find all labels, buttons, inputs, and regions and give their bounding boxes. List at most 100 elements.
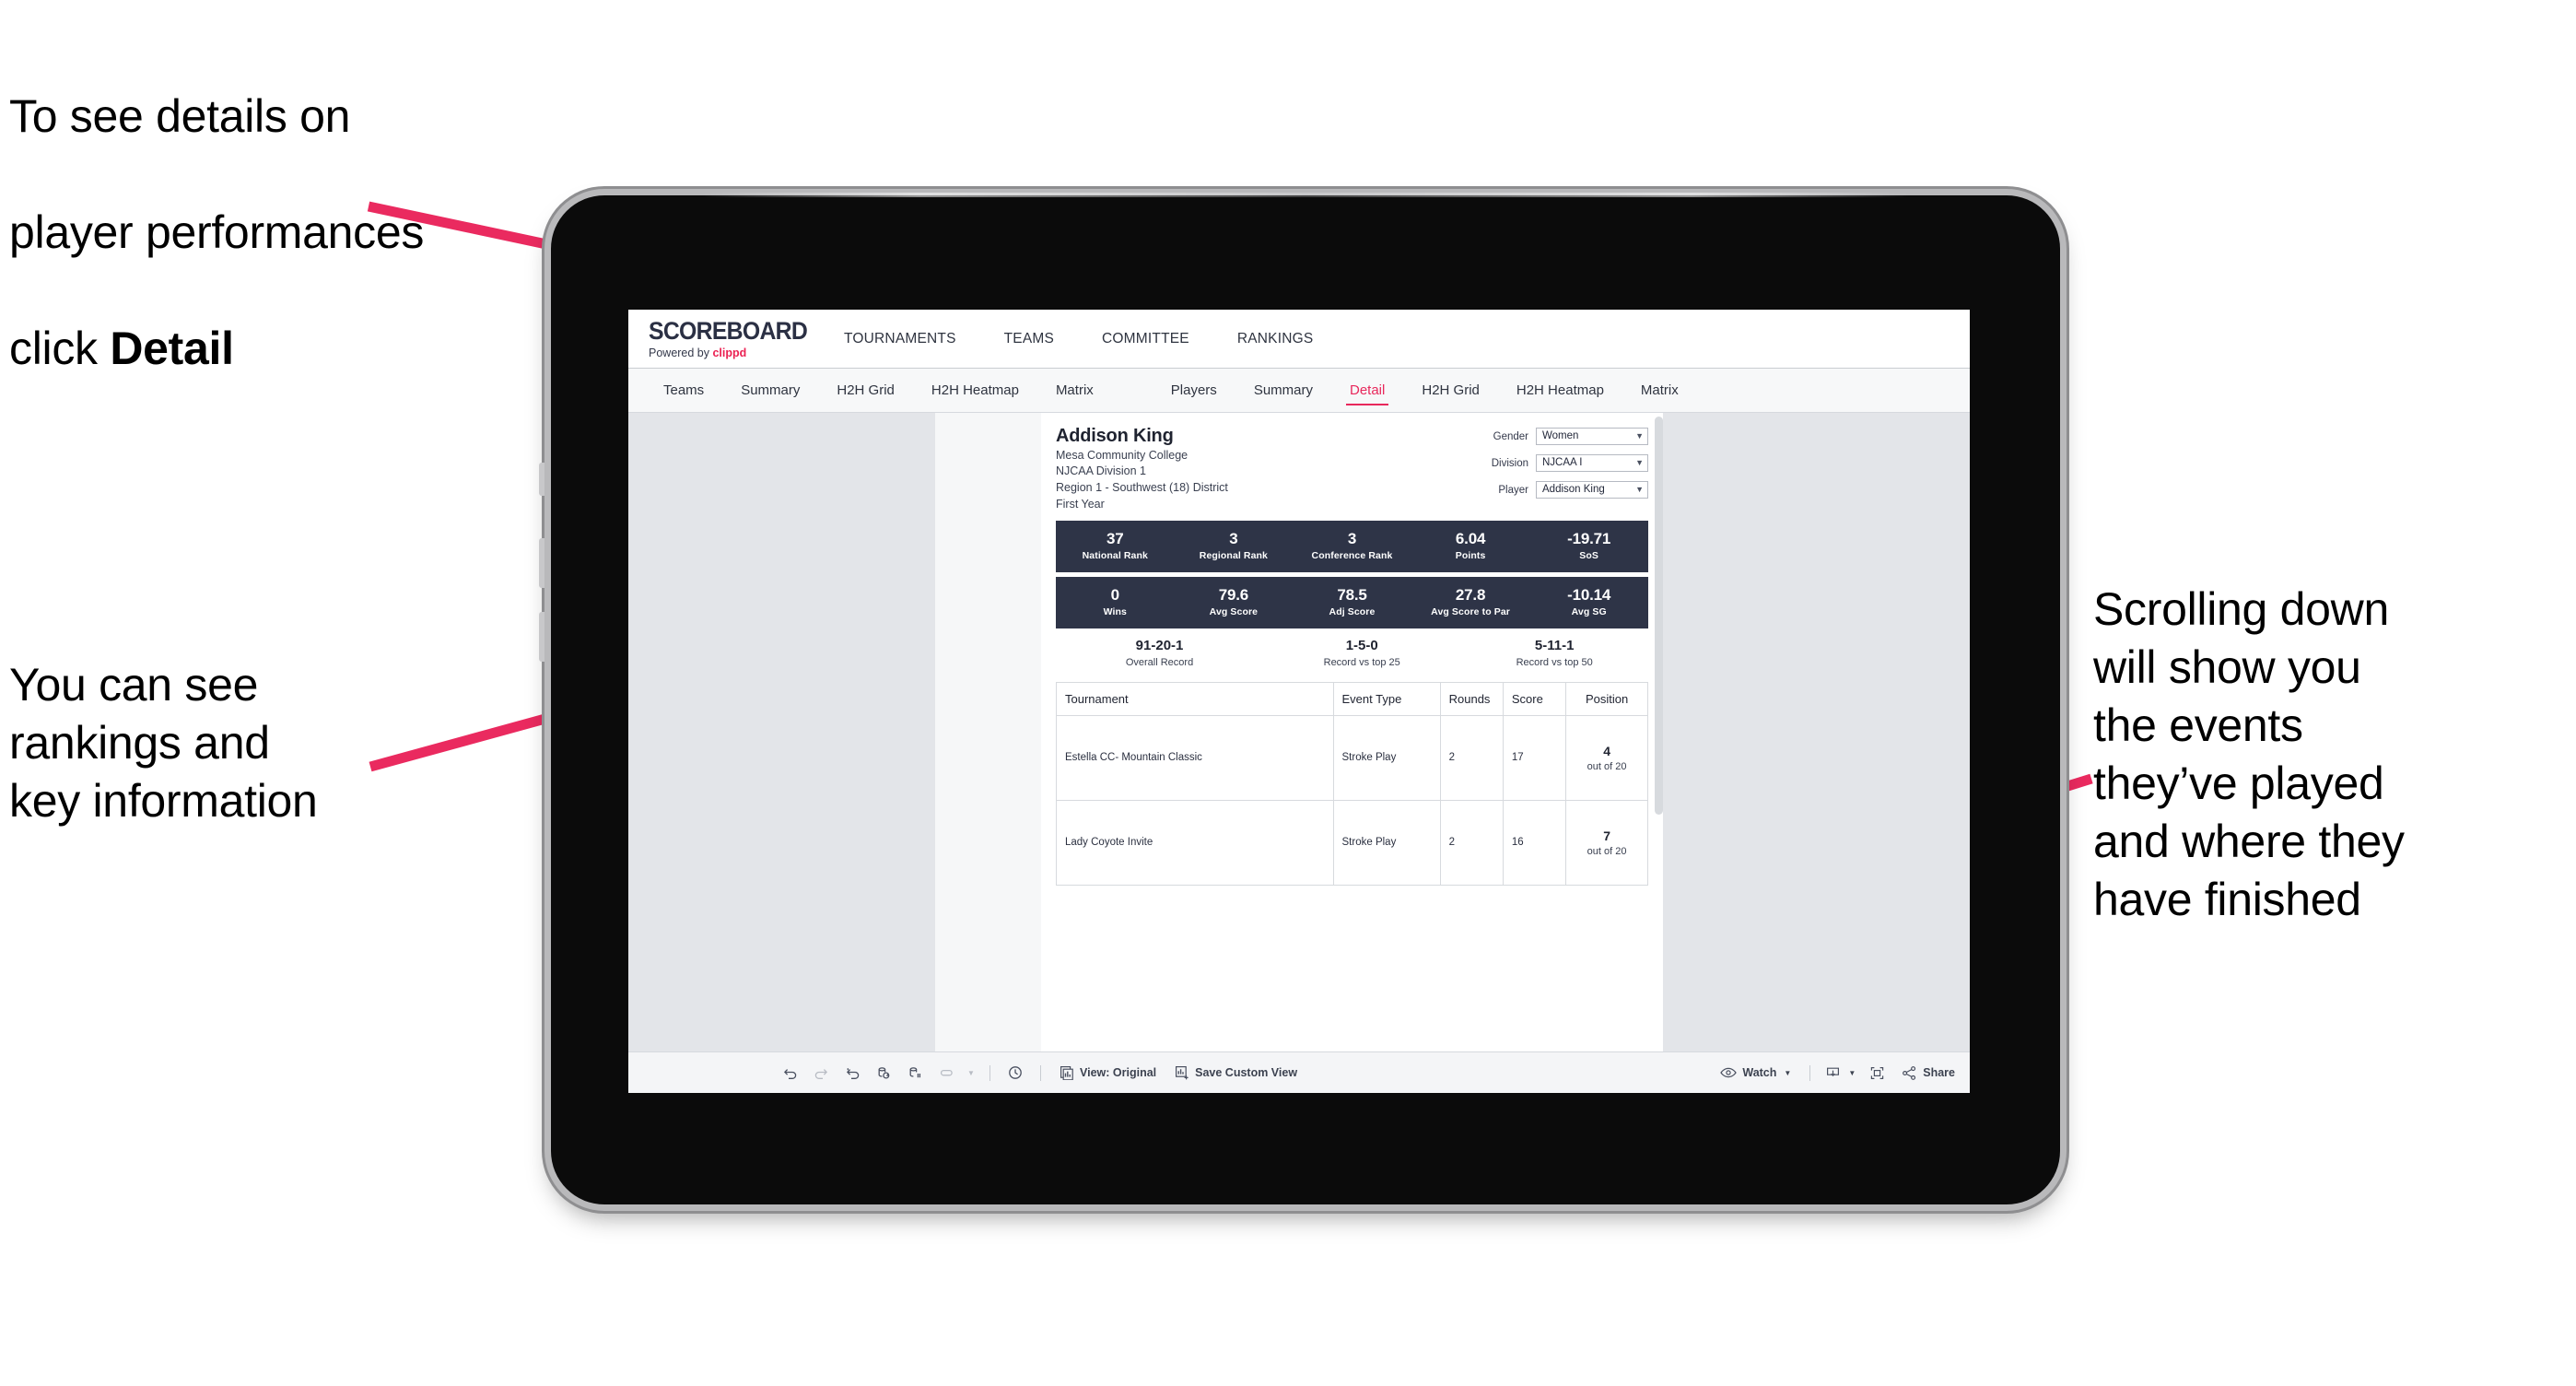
player-school: Mesa Community College (1056, 448, 1188, 462)
tablet-device: SCOREBOARD Powered by clippd TOURNAMENTS… (539, 193, 2060, 1204)
save-custom-view-label: Save Custom View (1195, 1066, 1298, 1079)
player-class-year: First Year (1056, 497, 1105, 511)
chevron-down-icon: ▼ (1635, 431, 1644, 440)
tab-teams[interactable]: Teams (645, 369, 722, 412)
logo-tagline-prefix: Powered by (649, 346, 713, 359)
cell-position-outof: out of 20 (1587, 845, 1627, 857)
col-header-score[interactable]: Score (1502, 681, 1567, 716)
view-original-label: View: Original (1080, 1066, 1157, 1079)
filter-player-value: Addison King (1542, 483, 1605, 495)
filter-player-select[interactable]: Addison King ▼ (1536, 481, 1648, 499)
callout-rankings-info: You can see rankings and key information (9, 659, 318, 827)
cell-rounds: 2 (1439, 714, 1504, 801)
callout-detail-line1: To see details on (9, 90, 351, 142)
slide-canvas: To see details on player performances cl… (0, 0, 2576, 1386)
device-preview-chevron-down-icon[interactable]: ▼ (962, 1059, 980, 1086)
cell-event-type: Stroke Play (1332, 799, 1441, 886)
secondary-tabstrip: Teams Summary H2H Grid H2H Heatmap Matri… (628, 369, 1970, 413)
app-logo[interactable]: SCOREBOARD Powered by clippd (628, 318, 813, 359)
cell-position: 4 out of 20 (1565, 714, 1648, 801)
refresh-data-icon[interactable] (868, 1059, 899, 1086)
nav-item-committee[interactable]: COMMITTEE (1078, 331, 1213, 347)
tab-team-matrix[interactable]: Matrix (1037, 369, 1112, 412)
redo-icon[interactable] (805, 1059, 837, 1086)
callout-detail-line3: click Detail (9, 320, 636, 378)
kpi-conference-rank-value: 3 (1347, 529, 1357, 547)
page-title: Addison King (1056, 426, 1174, 446)
device-preview-icon[interactable] (931, 1059, 962, 1086)
player-identity: Addison King Mesa Community College NJCA… (1056, 426, 1228, 513)
kpi-national-rank-label: National Rank (1082, 550, 1148, 562)
nav-item-tournaments[interactable]: TOURNAMENTS (820, 331, 980, 347)
tab-players[interactable]: Players (1153, 369, 1235, 412)
chevron-down-icon: ▼ (1635, 485, 1644, 494)
device-button-power[interactable] (539, 463, 544, 496)
tab-player-summary[interactable]: Summary (1235, 369, 1331, 412)
save-custom-view-button[interactable]: Save Custom View (1165, 1065, 1306, 1080)
tab-player-h2h-grid[interactable]: H2H Grid (1403, 369, 1498, 412)
filter-division: Division NJCAA I ▼ (1492, 454, 1648, 472)
kpi-national-rank-value: 37 (1107, 529, 1124, 547)
chevron-down-icon: ▼ (1848, 1068, 1856, 1077)
col-header-event-type[interactable]: Event Type (1332, 681, 1441, 716)
revert-icon[interactable] (837, 1059, 868, 1086)
logo-tagline: Powered by clippd (649, 347, 813, 359)
nav-item-teams[interactable]: TEAMS (980, 331, 1078, 347)
kpi-conference-rank-label: Conference Rank (1311, 550, 1393, 562)
chevron-down-icon: ▼ (1635, 458, 1644, 467)
download-button[interactable]: ▼ (1820, 1065, 1861, 1081)
tab-player-matrix[interactable]: Matrix (1622, 369, 1697, 412)
device-button-volume-down[interactable] (539, 612, 544, 662)
kpi-points-label: Points (1455, 550, 1486, 562)
callout-detail-line2: player performances (9, 206, 425, 258)
tab-player-h2h-heatmap[interactable]: H2H Heatmap (1498, 369, 1622, 412)
player-region: Region 1 - Southwest (18) District (1056, 481, 1228, 495)
view-original-button[interactable]: View: Original (1050, 1065, 1165, 1080)
table-row[interactable]: Lady Coyote Invite Stroke Play 2 16 7 ou… (1056, 799, 1648, 886)
player-tab-group: Players Summary Detail H2H Grid H2H Heat… (1153, 369, 1697, 412)
kpi-sos-label: SoS (1579, 550, 1599, 562)
tab-team-h2h-heatmap[interactable]: H2H Heatmap (913, 369, 1037, 412)
table-row[interactable]: Estella CC- Mountain Classic Stroke Play… (1056, 714, 1648, 801)
col-header-tournament[interactable]: Tournament (1056, 681, 1334, 716)
record-vs-top25-value: 1-5-0 (1345, 638, 1378, 654)
events-table-body: Estella CC- Mountain Classic Stroke Play… (1056, 714, 1648, 886)
callout-detail-instruction: To see details on player performances cl… (9, 29, 636, 436)
share-label: Share (1923, 1066, 1955, 1079)
filter-division-select[interactable]: NJCAA I ▼ (1536, 454, 1648, 472)
cell-position: 7 out of 20 (1565, 799, 1648, 886)
workbook-toolbar: ▼ View: Original Save Custom View Watch … (628, 1051, 1970, 1093)
filter-division-value: NJCAA I (1542, 456, 1583, 468)
fullscreen-icon[interactable] (1861, 1059, 1892, 1086)
toolbar-divider (1809, 1064, 1811, 1081)
events-table: Tournament Event Type Rounds Score Posit… (1056, 681, 1648, 886)
watch-button[interactable]: Watch ▼ (1711, 1066, 1800, 1079)
undo-icon[interactable] (774, 1059, 805, 1086)
kpi-avg-score-to-par: 27.8 Avg Score to Par (1411, 586, 1530, 617)
kpi-band-rankings: 37 National Rank 3 Regional Rank 3 Confe… (1056, 520, 1648, 572)
nav-item-rankings[interactable]: RANKINGS (1213, 331, 1338, 347)
pause-data-icon[interactable] (899, 1059, 931, 1086)
vertical-scrollbar[interactable] (1655, 417, 1663, 815)
tab-team-h2h-grid[interactable]: H2H Grid (818, 369, 913, 412)
record-vs-top25-label: Record vs top 25 (1323, 656, 1400, 668)
kpi-wins-value: 0 (1110, 585, 1119, 604)
cell-event-type: Stroke Play (1332, 714, 1441, 801)
kpi-sos: -19.71 SoS (1529, 530, 1648, 562)
cell-score: 16 (1502, 799, 1567, 886)
kpi-adj-score-label: Adj Score (1329, 606, 1376, 618)
tabstrip-divider (1112, 369, 1153, 412)
kpi-points-value: 6.04 (1455, 529, 1486, 547)
col-header-rounds[interactable]: Rounds (1439, 681, 1504, 716)
kpi-avg-sg-value: -10.14 (1567, 585, 1611, 604)
cell-position-outof: out of 20 (1587, 760, 1627, 772)
tab-player-detail[interactable]: Detail (1331, 369, 1403, 412)
col-header-position[interactable]: Position (1565, 681, 1648, 716)
filter-division-label: Division (1491, 457, 1528, 469)
device-button-volume-up[interactable] (539, 538, 544, 588)
filter-gender-select[interactable]: Women ▼ (1536, 428, 1648, 445)
cell-position-number: 4 (1603, 743, 1610, 758)
share-button[interactable]: Share (1892, 1065, 1970, 1081)
history-clock-icon[interactable] (1000, 1059, 1031, 1086)
tab-team-summary[interactable]: Summary (722, 369, 818, 412)
